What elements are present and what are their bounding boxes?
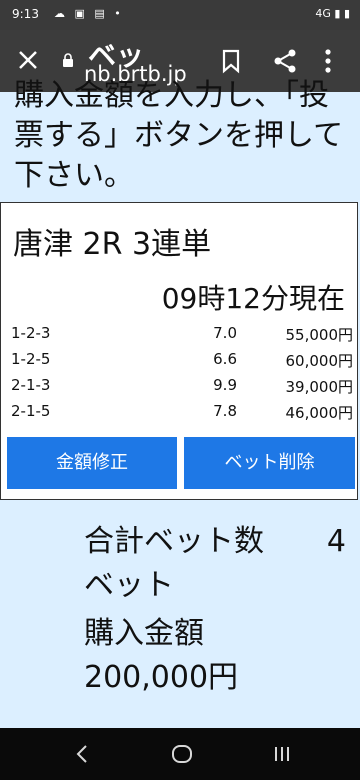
bet-combination: 1-2-5 — [11, 350, 51, 368]
system-nav-bar — [0, 728, 360, 780]
bet-amount: 46,000円 — [285, 404, 354, 422]
bet-row: 2-1-3 9.9 39,000円 — [1, 373, 357, 399]
bet-unit-label: ベット — [84, 568, 174, 603]
notification-icons: ☁ ▣ ▤ • — [54, 7, 124, 20]
bet-amount: 39,000円 — [285, 378, 354, 396]
bet-odds: 7.8 — [213, 402, 237, 420]
bet-card: 唐津 2R 3連単 09時12分現在 1-2-3 7.0 55,000円 1-2… — [0, 202, 358, 500]
signal-battery-icons: 4G ▮ ▮ — [315, 7, 350, 20]
bet-row: 1-2-5 6.6 60,000円 — [1, 347, 357, 373]
recent-apps-icon[interactable] — [270, 742, 294, 766]
bet-row: 2-1-5 7.8 46,000円 — [1, 399, 357, 425]
instructions-text: 購入金額を入力し、「投票する」ボタンを押して下さい。 — [14, 78, 344, 193]
home-icon[interactable] — [170, 742, 194, 766]
back-icon[interactable] — [70, 742, 94, 766]
bet-summary: 合計ベット数 4 ベット 購入金額 200,000円 — [84, 520, 356, 704]
bet-odds: 6.6 — [213, 350, 237, 368]
total-bets-label: 合計ベット数 — [84, 524, 264, 559]
bet-amount: 55,000円 — [285, 326, 354, 344]
bookmark-icon[interactable] — [220, 48, 242, 74]
bet-combination: 2-1-3 — [11, 376, 51, 394]
bet-row: 1-2-3 7.0 55,000円 — [1, 321, 357, 347]
delete-bet-button[interactable]: ベット削除 — [184, 437, 355, 489]
purchase-amount-label: 購入金額 — [84, 616, 204, 651]
bet-list: 1-2-3 7.0 55,000円 1-2-5 6.6 60,000円 2-1-… — [1, 321, 357, 425]
odds-timestamp: 09時12分現在 — [161, 282, 345, 315]
lock-icon — [63, 53, 73, 67]
share-icon[interactable] — [272, 47, 298, 75]
bet-combination: 2-1-5 — [11, 402, 51, 420]
status-time: 9:13 — [12, 7, 39, 21]
bet-amount: 60,000円 — [285, 352, 354, 370]
bet-odds: 7.0 — [213, 324, 237, 342]
purchase-amount-value: 200,000円 — [84, 660, 239, 695]
total-bets-count: 4 — [326, 524, 346, 559]
close-icon[interactable] — [14, 44, 42, 76]
more-menu-icon[interactable] — [322, 46, 334, 76]
total-bets-row: 合計ベット数 4 — [84, 520, 356, 564]
status-bar: 9:13 ☁ ▣ ▤ • 4G ▮ ▮ — [0, 0, 360, 30]
bet-odds: 9.9 — [213, 376, 237, 394]
race-title: 唐津 2R 3連単 — [13, 227, 212, 262]
bet-combination: 1-2-3 — [11, 324, 51, 342]
edit-amount-button[interactable]: 金額修正 — [7, 437, 177, 489]
